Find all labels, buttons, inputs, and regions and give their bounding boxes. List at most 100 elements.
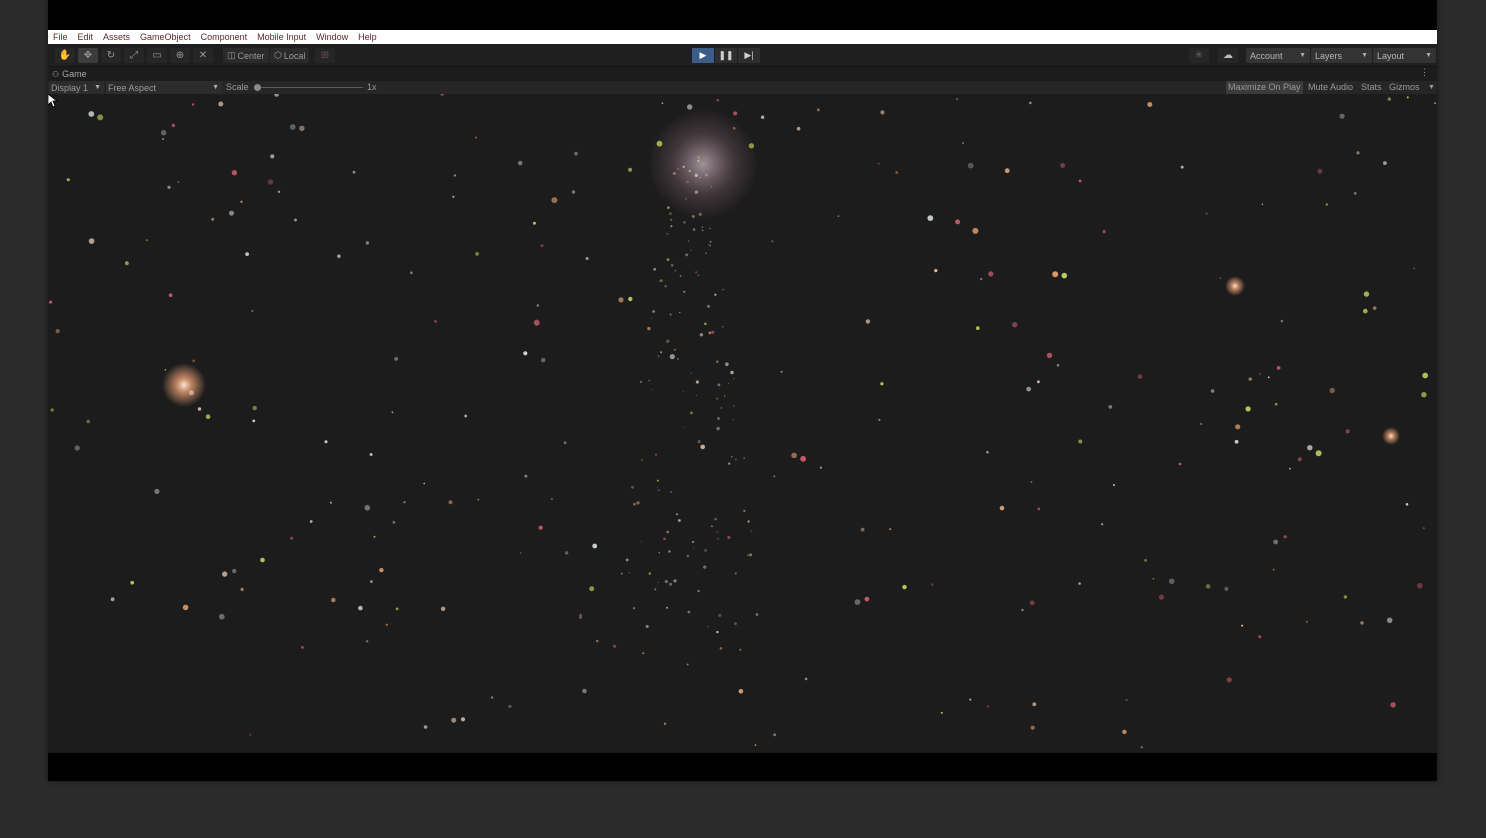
layers-dropdown[interactable]: Layers ▼ xyxy=(1311,48,1372,63)
particle-field xyxy=(49,94,1436,749)
scale-slider-handle[interactable] xyxy=(254,84,261,91)
transform-tool-button[interactable]: ⊕ xyxy=(170,48,190,63)
particle xyxy=(564,551,569,555)
maximize-on-play-toggle[interactable]: Maximize On Play xyxy=(1226,81,1303,94)
particle-trail xyxy=(691,215,695,218)
particle-trail xyxy=(719,647,723,650)
particle-trail xyxy=(668,212,672,216)
aspect-dropdown[interactable]: Free Aspect ▼ xyxy=(106,81,222,94)
mute-audio-toggle[interactable]: Mute Audio xyxy=(1306,81,1355,94)
main-toolbar: ✋ ✥ ↻ ⤢ ▭ ⊕ ✕ ◫ Center ⬡ Local ⊞ ▶ ❚❚ ▶|… xyxy=(48,44,1437,67)
menu-edit[interactable]: Edit xyxy=(78,32,94,42)
particle-trail xyxy=(678,519,681,522)
particle xyxy=(1422,527,1425,530)
tab-game[interactable]: ⚇ Game xyxy=(52,68,87,80)
chevron-down-icon: ▼ xyxy=(212,84,219,91)
particle xyxy=(440,606,446,611)
particle xyxy=(232,569,237,574)
particle xyxy=(229,210,234,216)
play-button[interactable]: ▶ xyxy=(692,48,714,63)
particle xyxy=(161,137,165,141)
menu-help[interactable]: Help xyxy=(358,32,377,42)
grid-snap-button[interactable]: ⊞ xyxy=(315,48,335,63)
particle-trail xyxy=(683,290,686,293)
particle-trail xyxy=(679,311,681,314)
gizmos-toggle[interactable]: Gizmos xyxy=(1387,81,1422,94)
collab-button[interactable]: ✳ xyxy=(1189,48,1209,63)
cube-icon: ⬡ xyxy=(274,50,282,60)
step-button[interactable]: ▶| xyxy=(738,48,760,63)
display-dropdown[interactable]: Display 1 ▼ xyxy=(49,81,104,94)
particle xyxy=(219,613,225,620)
particle xyxy=(55,329,60,334)
menu-window[interactable]: Window xyxy=(316,32,348,42)
particle xyxy=(1180,165,1184,169)
particle-trail xyxy=(683,426,686,428)
stats-toggle[interactable]: Stats xyxy=(1359,81,1384,94)
layout-label: Layout xyxy=(1377,50,1405,61)
more-options-icon[interactable]: ⋮ xyxy=(1420,67,1429,78)
particle xyxy=(1345,429,1350,434)
particle xyxy=(1168,578,1175,585)
menu-component[interactable]: Component xyxy=(201,32,248,42)
particle-trail xyxy=(668,550,671,553)
particle xyxy=(819,466,823,469)
particle xyxy=(524,474,528,478)
particle-trail xyxy=(677,358,679,360)
particle xyxy=(1339,113,1345,119)
particle xyxy=(1029,600,1035,606)
particle-trail xyxy=(656,479,659,482)
particle xyxy=(962,142,964,144)
menu-mobile-input[interactable]: Mobile Input xyxy=(257,32,306,42)
particle xyxy=(585,257,589,260)
game-viewport[interactable] xyxy=(48,94,1437,753)
particle xyxy=(931,583,934,586)
particle-trail xyxy=(714,293,717,296)
particle-trail xyxy=(727,536,731,539)
particle-trail xyxy=(728,382,730,384)
menu-file[interactable]: File xyxy=(53,32,68,42)
menu-gameobject[interactable]: GameObject xyxy=(140,32,191,42)
particle xyxy=(252,405,257,411)
particle xyxy=(1200,422,1203,425)
pause-button[interactable]: ❚❚ xyxy=(715,48,737,63)
custom-tool-button[interactable]: ✕ xyxy=(193,48,213,63)
cloud-icon: ☁ xyxy=(1223,50,1233,61)
particle xyxy=(889,528,892,531)
particle-trail xyxy=(718,613,722,617)
particle xyxy=(536,304,539,307)
move-icon: ✥ xyxy=(83,50,93,61)
gamepad-icon: ⚇ xyxy=(52,69,60,79)
cloud-button[interactable]: ☁ xyxy=(1218,48,1238,63)
particle xyxy=(980,277,983,281)
pivot-space-toggle[interactable]: ⬡ Local xyxy=(270,48,310,63)
rotate-tool-button[interactable]: ↻ xyxy=(101,48,121,63)
particle-trail xyxy=(666,339,670,343)
rect-tool-button[interactable]: ▭ xyxy=(147,48,167,63)
menu-assets[interactable]: Assets xyxy=(103,32,130,42)
particle-trail xyxy=(707,626,709,628)
particle xyxy=(967,162,974,169)
gizmos-chevron-down-icon[interactable]: ▼ xyxy=(1426,81,1437,94)
scale-slider-track[interactable] xyxy=(258,87,363,88)
particle xyxy=(550,498,553,501)
account-dropdown[interactable]: Account ▼ xyxy=(1246,48,1310,63)
pivot-center-toggle[interactable]: ◫ Center xyxy=(223,48,269,63)
particle-trail xyxy=(651,317,653,319)
particle xyxy=(369,580,373,584)
particle-trail xyxy=(663,537,666,541)
particle xyxy=(475,252,479,256)
particle xyxy=(1289,467,1291,470)
particle-trail xyxy=(613,644,617,648)
hand-tool-button[interactable]: ✋ xyxy=(55,48,75,63)
particle-trail xyxy=(755,613,759,616)
layout-dropdown[interactable]: Layout ▼ xyxy=(1373,48,1436,63)
display-label: Display 1 xyxy=(51,82,89,93)
game-tab-label: Game xyxy=(62,69,87,79)
particle xyxy=(732,126,736,130)
particle xyxy=(1060,163,1066,168)
particle-trail xyxy=(653,268,656,271)
scale-tool-button[interactable]: ⤢ xyxy=(124,48,144,63)
move-tool-button[interactable]: ✥ xyxy=(78,48,98,63)
particle-burst xyxy=(648,109,758,219)
